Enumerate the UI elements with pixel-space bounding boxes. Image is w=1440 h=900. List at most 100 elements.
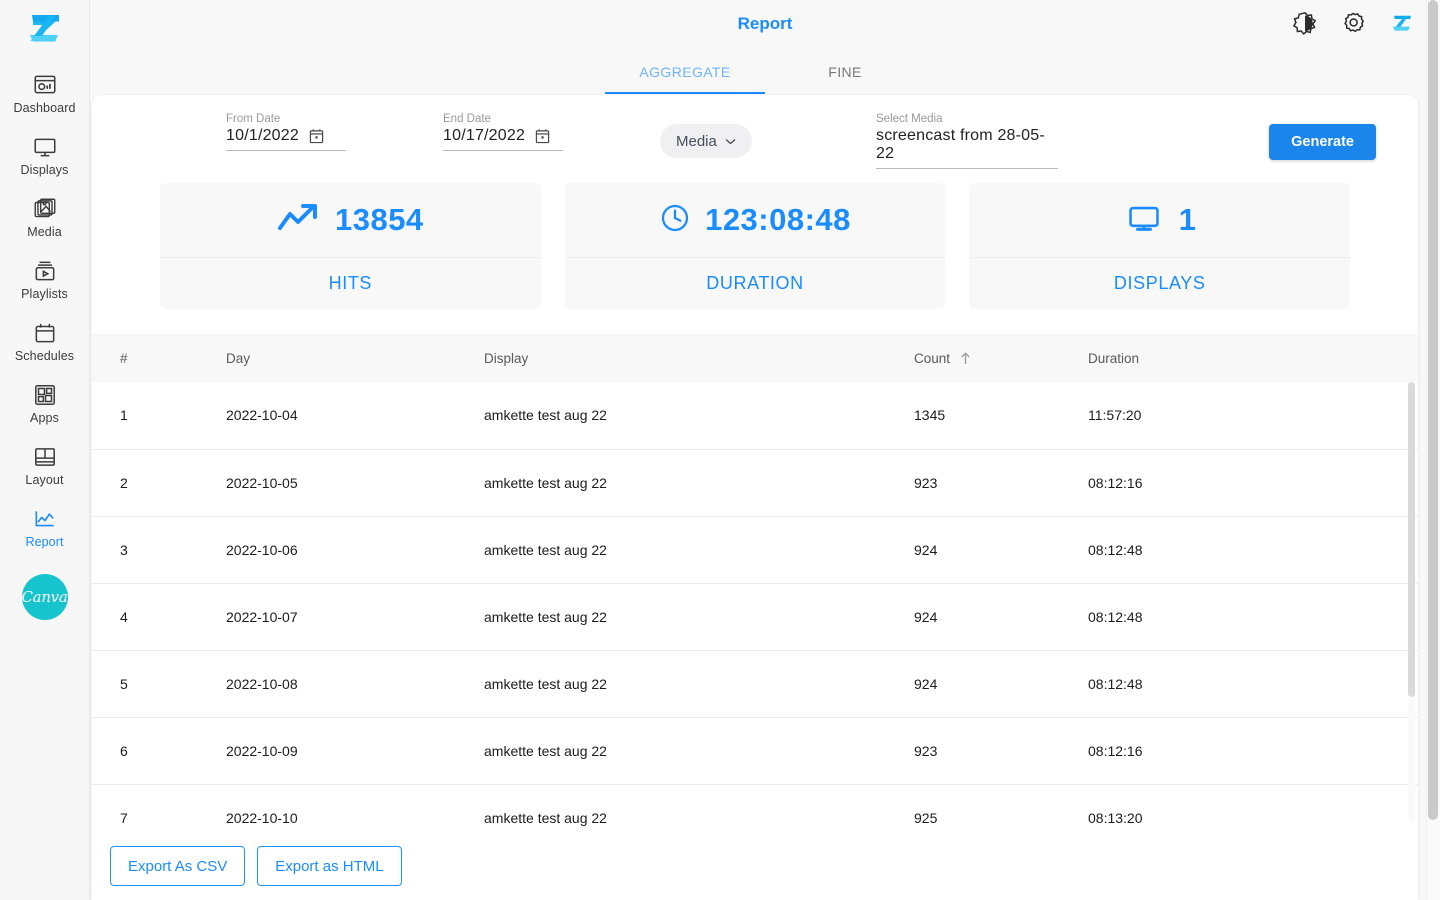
- sidebar-item-displays[interactable]: Displays: [0, 124, 90, 186]
- cell-day: 2022-10-04: [226, 382, 484, 450]
- calendar-icon[interactable]: [535, 128, 550, 144]
- cell-display: amkette test aug 22: [484, 516, 914, 584]
- cell-duration: 11:57:20: [1088, 382, 1418, 450]
- table-row[interactable]: 2 2022-10-05 amkette test aug 22 923 08:12:1…: [92, 449, 1418, 517]
- table-head: # Day Display Count Duration: [92, 334, 1418, 382]
- from-date-value[interactable]: 10/1/2022: [226, 127, 299, 145]
- cell-index: 4: [92, 583, 226, 651]
- account-logo-icon[interactable]: [1388, 10, 1414, 36]
- trending-up-icon: [277, 202, 321, 239]
- end-date-label: End Date: [443, 113, 491, 125]
- table-row[interactable]: 1 2022-10-04 amkette test aug 22 1345 11:57:…: [92, 382, 1418, 450]
- col-label: #: [120, 350, 128, 366]
- stat-card-displays: 1 DISPLAYS: [969, 183, 1351, 309]
- table-row[interactable]: 5 2022-10-08 amkette test aug 22 924 08:12:4…: [92, 650, 1418, 718]
- report-page: Dashboard Displays Media Playlists Sched…: [0, 0, 1440, 900]
- sidebar-item-label: Layout: [25, 472, 64, 487]
- clock-icon: [659, 202, 691, 239]
- gear-icon[interactable]: [1340, 10, 1366, 36]
- export-html-button[interactable]: Export as HTML: [257, 846, 402, 886]
- table-header-row: # Day Display Count Duration: [92, 334, 1418, 382]
- sidebar-item-layout[interactable]: Layout: [0, 434, 90, 496]
- report-type-dropdown[interactable]: Media: [660, 124, 752, 158]
- cell-day: 2022-10-09: [226, 717, 484, 785]
- tab-bar: AGGREGATE FINE: [90, 52, 1440, 94]
- stat-value: 123:08:48: [705, 202, 851, 237]
- page-scrollbar-thumb[interactable]: [1428, 0, 1438, 820]
- generate-button[interactable]: Generate: [1269, 124, 1376, 160]
- calendar-icon: [32, 320, 58, 346]
- sidebar-item-label: Schedules: [14, 348, 75, 363]
- stat-card-group: 13854 HITS 123:08:48 DURATION 1 DISPLAYS: [92, 183, 1418, 309]
- canva-button[interactable]: Canva: [21, 574, 68, 620]
- stat-card-top: 1: [969, 183, 1350, 257]
- cell-display: amkette test aug 22: [484, 583, 914, 651]
- col-header-display[interactable]: Display: [484, 334, 914, 382]
- sidebar-item-apps[interactable]: Apps: [0, 372, 90, 434]
- stat-card-top: 123:08:48: [565, 183, 946, 257]
- col-label: Display: [484, 350, 529, 366]
- cell-duration: 08:12:48: [1088, 583, 1418, 651]
- report-type-value: Media: [676, 132, 717, 150]
- col-header-index[interactable]: #: [92, 334, 226, 382]
- monitor-icon: [32, 134, 58, 160]
- table-scrollbar-thumb[interactable]: [1408, 382, 1415, 697]
- sidebar-item-media[interactable]: Media: [0, 186, 90, 248]
- end-date-field[interactable]: End Date 10/17/2022: [443, 113, 563, 151]
- layout-icon: [32, 444, 58, 470]
- sidebar-item-label: Dashboard: [13, 100, 76, 115]
- cell-count: 923: [914, 717, 1088, 785]
- stat-value: 1: [1178, 202, 1197, 237]
- export-csv-button[interactable]: Export As CSV: [110, 846, 246, 886]
- sidebar-item-dashboard[interactable]: Dashboard: [0, 62, 90, 124]
- cell-index: 3: [92, 516, 226, 584]
- sidebar: Dashboard Displays Media Playlists Sched…: [0, 0, 90, 900]
- sidebar-item-label: Apps: [30, 410, 59, 425]
- cell-display: amkette test aug 22: [484, 449, 914, 517]
- cell-count: 923: [914, 449, 1088, 517]
- from-date-field[interactable]: From Date 10/1/2022: [226, 113, 346, 151]
- cell-index: 1: [92, 382, 226, 450]
- sidebar-item-schedules[interactable]: Schedules: [0, 310, 90, 372]
- cell-duration: 08:12:16: [1088, 449, 1418, 517]
- cell-index: 5: [92, 650, 226, 718]
- cell-count: 924: [914, 516, 1088, 584]
- col-label: Count: [914, 350, 951, 366]
- cell-display: amkette test aug 22: [484, 650, 914, 718]
- table-row[interactable]: 4 2022-10-07 amkette test aug 22 924 08:12:4…: [92, 583, 1418, 651]
- col-label: Duration: [1088, 350, 1140, 366]
- export-bar: Export As CSV Export as HTML: [92, 832, 1418, 900]
- sidebar-item-label: Media: [27, 224, 62, 239]
- z-logo-icon[interactable]: [22, 12, 68, 46]
- cell-display: amkette test aug 22: [484, 717, 914, 785]
- cell-duration: 08:12:48: [1088, 650, 1418, 718]
- calendar-icon[interactable]: [309, 128, 324, 144]
- select-media-value[interactable]: screencast from 28-05-22: [876, 127, 1058, 163]
- brightness-icon[interactable]: [1292, 10, 1318, 36]
- apps-grid-icon: [32, 382, 58, 408]
- col-header-day[interactable]: Day: [226, 334, 484, 382]
- stat-value: 13854: [334, 202, 424, 237]
- tab-aggregate[interactable]: AGGREGATE: [605, 52, 765, 94]
- from-date-label: From Date: [226, 113, 281, 125]
- filter-row: From Date 10/1/2022 End Date 10/17/2022 …: [92, 95, 1418, 183]
- sort-ascending-icon[interactable]: [960, 351, 971, 365]
- page-title: Report: [737, 14, 793, 33]
- tab-fine[interactable]: FINE: [765, 52, 925, 94]
- sidebar-item-label: Report: [25, 534, 64, 549]
- col-header-count[interactable]: Count: [914, 334, 1088, 382]
- end-date-value[interactable]: 10/17/2022: [443, 127, 525, 145]
- sidebar-item-report[interactable]: Report: [0, 496, 90, 558]
- table-row[interactable]: 6 2022-10-09 amkette test aug 22 923 08:12:1…: [92, 717, 1418, 785]
- page-scrollbar-track[interactable]: [1426, 0, 1440, 900]
- select-media-field[interactable]: Select Media screencast from 28-05-22: [876, 113, 1058, 169]
- sidebar-item-label: Playlists: [21, 286, 68, 301]
- sidebar-item-playlists[interactable]: Playlists: [0, 248, 90, 310]
- stat-label: DISPLAYS: [969, 257, 1351, 309]
- monitor-icon: [1123, 201, 1165, 240]
- dashboard-icon: [32, 72, 58, 98]
- table-row[interactable]: 3 2022-10-06 amkette test aug 22 924 08:12:4…: [92, 516, 1418, 584]
- col-header-duration[interactable]: Duration: [1088, 334, 1418, 382]
- cell-day: 2022-10-05: [226, 449, 484, 517]
- playlist-icon: [32, 258, 58, 284]
